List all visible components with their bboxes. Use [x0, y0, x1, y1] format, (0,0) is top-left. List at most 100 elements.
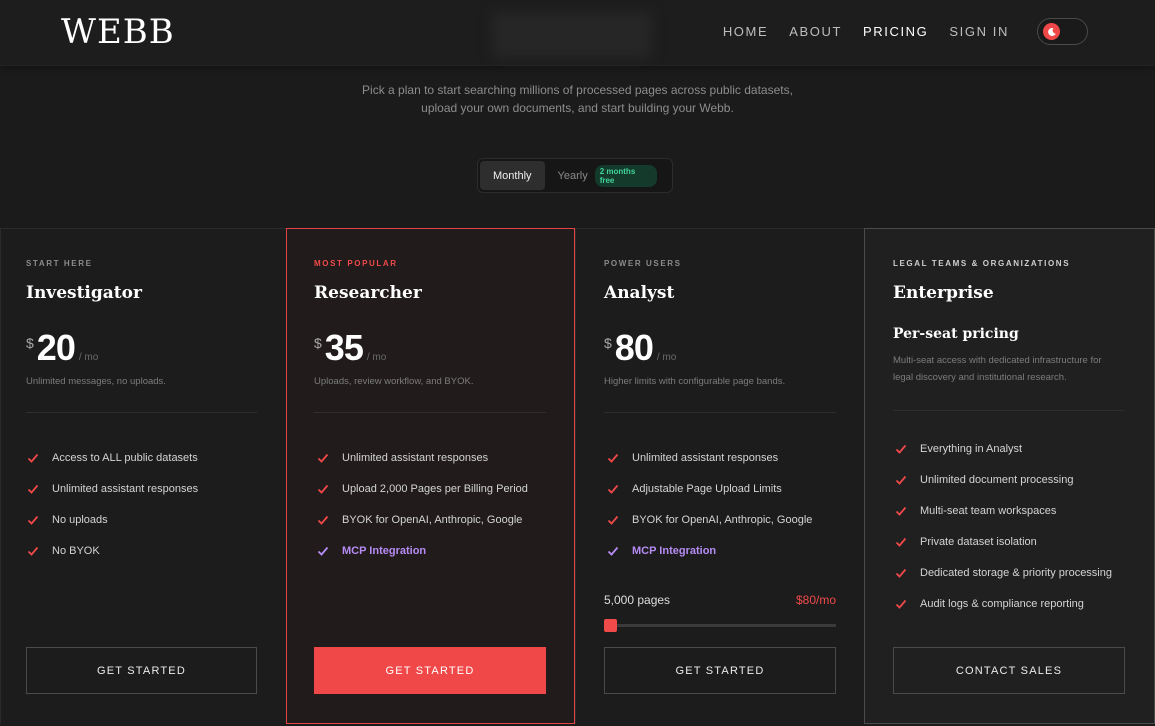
get-started-button-researcher[interactable]: GET STARTED — [314, 647, 546, 694]
divider — [314, 412, 546, 413]
per-seat-pricing-title: Per-seat pricing — [893, 326, 1019, 342]
feature-text: Upload 2,000 Pages per Billing Period — [342, 482, 528, 495]
plan-eyebrow: LEGAL TEAMS & ORGANIZATIONS — [893, 259, 1071, 268]
price-amount: 35 — [324, 327, 364, 368]
blurred-page-title — [492, 12, 652, 58]
plan-name: Analyst — [604, 283, 675, 303]
yearly-discount-badge: 2 months free — [594, 164, 657, 187]
feature-item: Unlimited assistant responses — [26, 473, 198, 504]
price-period: / mo — [366, 352, 387, 363]
nav-link-about[interactable]: ABOUT — [789, 24, 842, 39]
page-band-slider-thumb[interactable] — [604, 619, 617, 632]
feature-text: Unlimited assistant responses — [632, 451, 779, 464]
billing-yearly-label: Yearly — [557, 169, 588, 182]
plan-price: $ 20 / mo — [26, 327, 98, 369]
feature-item: Adjustable Page Upload Limits — [606, 473, 812, 504]
price-amount: 20 — [36, 327, 76, 368]
feature-text: Unlimited assistant responses — [342, 451, 489, 464]
billing-monthly-button[interactable]: Monthly — [480, 161, 545, 190]
intro-line-1: Pick a plan to start searching millions … — [362, 83, 793, 97]
get-started-button-investigator[interactable]: GET STARTED — [26, 647, 257, 694]
page-band-slider-track[interactable] — [604, 624, 836, 627]
feature-item: Everything in Analyst — [894, 433, 1112, 464]
divider — [604, 412, 836, 413]
feature-text: Multi-seat team workspaces — [920, 504, 1057, 517]
plan-card-analyst: POWER USERS Analyst $ 80 / mo Higher lim… — [575, 228, 864, 724]
plan-card-enterprise: LEGAL TEAMS & ORGANIZATIONS Enterprise P… — [864, 228, 1155, 724]
feature-item: Audit logs & compliance reporting — [894, 588, 1112, 619]
plan-name: Investigator — [26, 283, 142, 303]
feature-item-mcp: MCP Integration — [316, 535, 528, 566]
price-currency: $ — [314, 335, 322, 351]
feature-item: Multi-seat team workspaces — [894, 495, 1112, 526]
feature-text: BYOK for OpenAI, Anthropic, Google — [632, 513, 813, 526]
price-period: / mo — [656, 352, 677, 363]
check-icon — [317, 484, 329, 494]
feature-item: No uploads — [26, 504, 198, 535]
feature-text: Access to ALL public datasets — [52, 451, 198, 464]
feature-item: Dedicated storage & priority processing — [894, 557, 1112, 588]
check-icon — [317, 546, 329, 556]
feature-text: MCP Integration — [632, 544, 717, 557]
brand-logo[interactable]: WEBB — [61, 12, 175, 52]
check-icon — [895, 506, 907, 516]
check-icon — [317, 515, 329, 525]
check-icon — [607, 515, 619, 525]
feature-text: No BYOK — [52, 544, 100, 557]
feature-list: Access to ALL public datasets Unlimited … — [26, 442, 198, 566]
page-band-label: 5,000 pages — [604, 593, 671, 607]
feature-list: Unlimited assistant responses Upload 2,0… — [316, 442, 528, 566]
nav-link-home[interactable]: HOME — [723, 24, 768, 39]
plan-description: Multi-seat access with dedicated infrast… — [893, 355, 1102, 383]
feature-item: Access to ALL public datasets — [26, 442, 198, 473]
check-icon — [895, 568, 907, 578]
plan-name: Researcher — [314, 283, 422, 303]
get-started-button-analyst[interactable]: GET STARTED — [604, 647, 836, 694]
feature-text: Dedicated storage & priority processing — [920, 566, 1112, 579]
plan-eyebrow: POWER USERS — [604, 259, 682, 268]
intro-line-2: upload your own documents, and start bui… — [421, 101, 734, 115]
feature-text: Private dataset isolation — [920, 535, 1037, 548]
feature-list: Unlimited assistant responses Adjustable… — [606, 442, 812, 566]
divider — [26, 412, 257, 413]
page-band-price: $80/mo — [795, 593, 836, 607]
nav-link-sign-in[interactable]: SIGN IN — [949, 24, 1009, 39]
nav-link-pricing[interactable]: PRICING — [863, 24, 928, 39]
price-currency: $ — [604, 335, 612, 351]
plan-price: $ 35 / mo — [314, 327, 386, 369]
check-icon — [895, 444, 907, 454]
feature-item: Upload 2,000 Pages per Billing Period — [316, 473, 528, 504]
check-icon — [27, 484, 39, 494]
plan-eyebrow: MOST POPULAR — [314, 259, 398, 268]
theme-toggle[interactable] — [1037, 18, 1088, 45]
price-amount: 80 — [614, 327, 654, 368]
feature-item: Unlimited assistant responses — [316, 442, 528, 473]
check-icon — [895, 475, 907, 485]
price-currency: $ — [26, 335, 34, 351]
moon-icon — [1047, 27, 1056, 36]
plan-card-researcher: MOST POPULAR Researcher $ 35 / mo Upload… — [286, 228, 575, 724]
check-icon — [895, 537, 907, 547]
billing-yearly-button[interactable]: Yearly 2 months free — [545, 161, 670, 190]
plan-eyebrow: START HERE — [26, 259, 93, 268]
check-icon — [607, 546, 619, 556]
nav-links: HOME ABOUT PRICING SIGN IN — [723, 24, 1009, 39]
feature-item: BYOK for OpenAI, Anthropic, Google — [606, 504, 812, 535]
check-icon — [27, 453, 39, 463]
plan-subtitle: Uploads, review workflow, and BYOK. — [314, 376, 474, 387]
feature-item: No BYOK — [26, 535, 198, 566]
feature-text: Audit logs & compliance reporting — [920, 597, 1084, 610]
plan-price: $ 80 / mo — [604, 327, 676, 369]
check-icon — [607, 453, 619, 463]
feature-text: MCP Integration — [342, 544, 427, 557]
check-icon — [607, 484, 619, 494]
check-icon — [27, 515, 39, 525]
feature-text: Unlimited assistant responses — [52, 482, 199, 495]
feature-text: Everything in Analyst — [920, 442, 1023, 455]
divider — [893, 410, 1124, 411]
feature-item: Private dataset isolation — [894, 526, 1112, 557]
feature-item: Unlimited document processing — [894, 464, 1112, 495]
feature-text: No uploads — [52, 513, 108, 526]
contact-sales-button[interactable]: CONTACT SALES — [893, 647, 1125, 694]
feature-item: Unlimited assistant responses — [606, 442, 812, 473]
